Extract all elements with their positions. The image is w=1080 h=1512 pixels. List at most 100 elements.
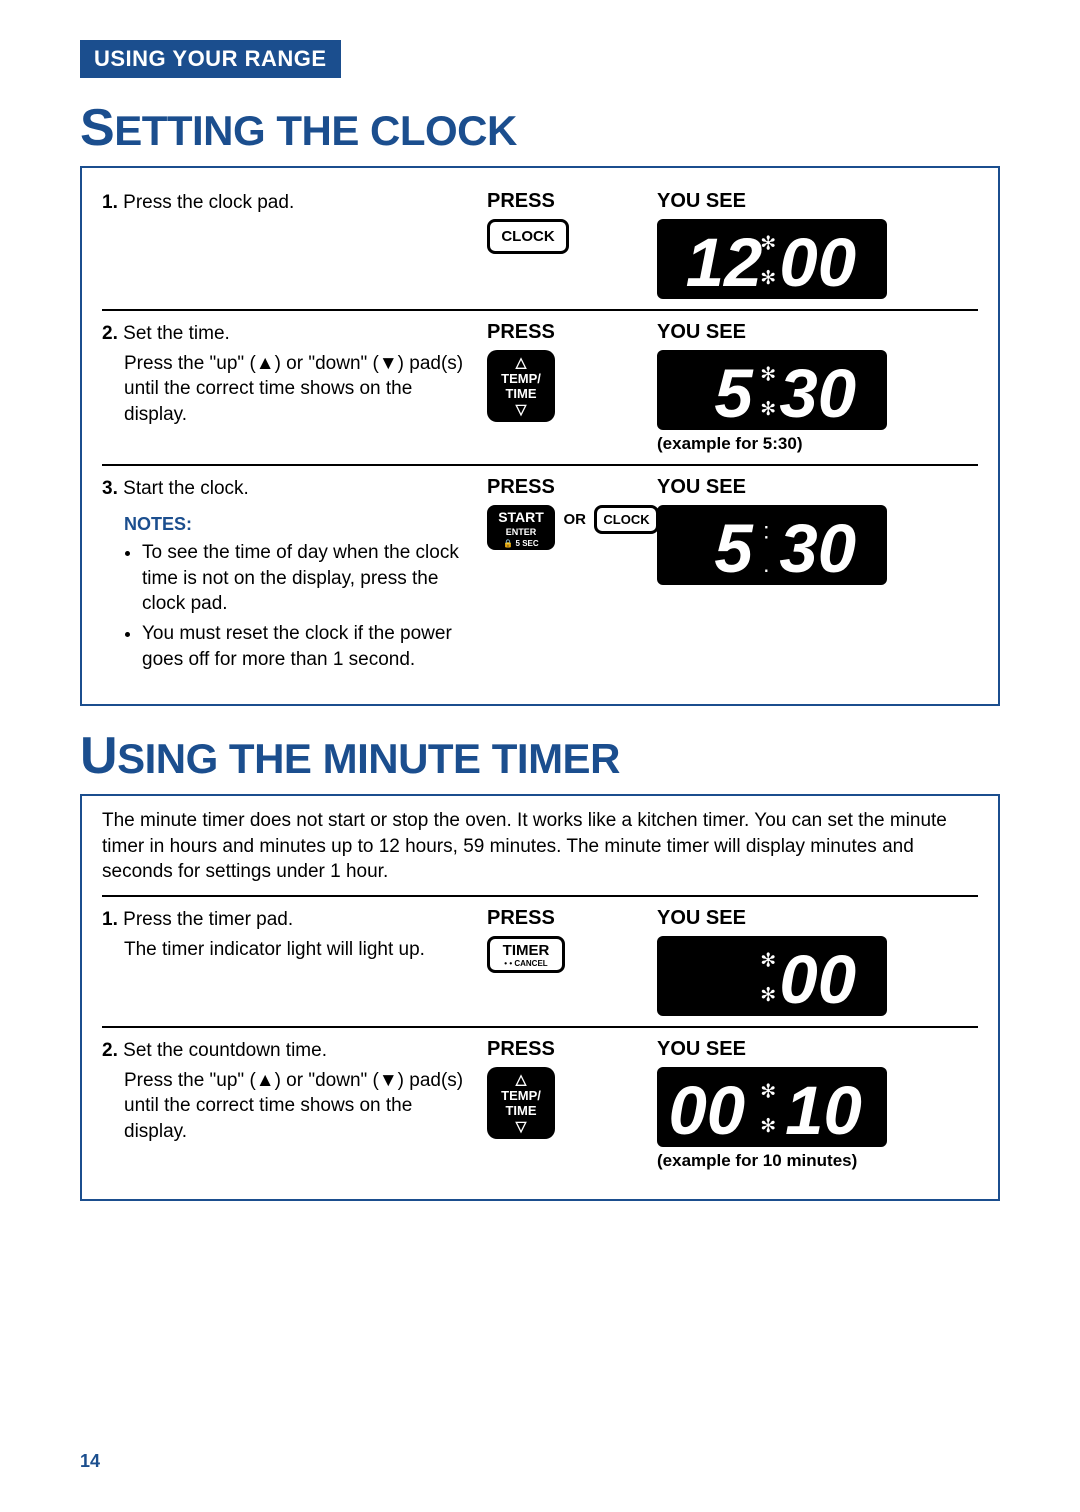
press-header: PRESS <box>487 321 647 344</box>
time-label: TIME <box>505 1103 536 1118</box>
svg-text:✻: ✻ <box>760 364 776 385</box>
svg-text:✻: ✻ <box>760 399 776 420</box>
svg-text:5: 5 <box>714 355 754 430</box>
press-header: PRESS <box>487 1038 647 1061</box>
step-row-2: 2. Set the time. Press the "up" (▲) or "… <box>102 309 978 464</box>
note-item: To see the time of day when the clock ti… <box>142 540 477 617</box>
press-column: PRESS START ENTER 🔒 5 SEC OR CLOCK <box>487 476 647 676</box>
svg-text:00: 00 <box>779 224 856 299</box>
svg-text:12: 12 <box>686 224 763 299</box>
yousee-column: YOU SEE ✻ ✻ 00 <box>657 907 978 1016</box>
yousee-column: YOU SEE 5 ✻ ✻ 30 (example for 5:30) <box>657 321 978 454</box>
timer-step1-text: Press the timer pad. <box>123 909 293 930</box>
step-number: 3. <box>102 478 118 499</box>
svg-text:00: 00 <box>779 941 856 1016</box>
arrow-up-icon <box>489 354 553 371</box>
yousee-column: YOU SEE 5 : . 30 <box>657 476 978 676</box>
lock-label: 🔒 5 SEC <box>489 539 553 548</box>
press-header: PRESS <box>487 907 647 930</box>
yousee-column: YOU SEE 00 ✻ ✻ 10 (example for 10 minute… <box>657 1038 978 1171</box>
timer-label: TIMER <box>503 942 550 959</box>
arrow-down-icon <box>489 1118 553 1135</box>
clock-button: CLOCK <box>487 219 569 254</box>
step2-sub: Press the "up" (▲) or "down" (▼) pad(s) … <box>102 351 477 428</box>
svg-text:✻: ✻ <box>760 1081 776 1102</box>
press-column: PRESS TEMP/ TIME <box>487 321 647 454</box>
press-column: PRESS TIMER • • CANCEL <box>487 907 647 1016</box>
temp-label: TEMP/ <box>501 371 541 386</box>
step2-instruction: 2. Set the time. Press the "up" (▲) or "… <box>102 321 477 454</box>
svg-text:✻: ✻ <box>760 950 776 971</box>
svg-text:00: 00 <box>668 1072 745 1147</box>
notes-list: To see the time of day when the clock ti… <box>102 540 477 672</box>
timer-button: TIMER • • CANCEL <box>487 936 565 973</box>
temp-time-button: TEMP/ TIME <box>487 350 555 422</box>
temp-time-button: TEMP/ TIME <box>487 1067 555 1139</box>
timer-step-row-2: 2. Set the countdown time. Press the "up… <box>102 1026 978 1181</box>
section2-box: The minute timer does not start or stop … <box>80 794 1000 1201</box>
timer-step2-instruction: 2. Set the countdown time. Press the "up… <box>102 1038 477 1171</box>
temp-label: TEMP/ <box>501 1088 541 1103</box>
display-panel-00: ✻ ✻ 00 <box>657 936 887 1016</box>
display-caption-2: (example for 10 minutes) <box>657 1151 978 1171</box>
notes-label: NOTES: <box>102 512 477 536</box>
yousee-header: YOU SEE <box>657 190 978 213</box>
timer-step1-instruction: 1. Press the timer pad. The timer indica… <box>102 907 477 1016</box>
display-panel-530: 5 ✻ ✻ 30 <box>657 350 887 430</box>
arrow-down-icon <box>489 401 553 418</box>
press-header: PRESS <box>487 476 647 499</box>
display-panel-0010: 00 ✻ ✻ 10 <box>657 1067 887 1147</box>
arrow-up-icon <box>489 1071 553 1088</box>
step-number: 2. <box>102 323 118 344</box>
section1-box: 1. Press the clock pad. PRESS CLOCK YOU … <box>80 166 1000 706</box>
enter-label: ENTER <box>489 527 553 537</box>
step-row-1: 1. Press the clock pad. PRESS CLOCK YOU … <box>102 180 978 309</box>
step1-instruction: 1. Press the clock pad. <box>102 190 477 299</box>
svg-text:✻: ✻ <box>760 233 776 254</box>
yousee-header: YOU SEE <box>657 1038 978 1061</box>
step2-text: Set the time. <box>123 323 230 344</box>
or-label: OR <box>563 511 586 528</box>
display-panel-1200: 12 ✻ ✻ 00 <box>657 219 887 299</box>
timer-step2-text: Set the countdown time. <box>123 1040 327 1061</box>
clock-button-inline: CLOCK <box>594 505 658 534</box>
display-panel-530b: 5 : . 30 <box>657 505 887 585</box>
svg-text:✻: ✻ <box>760 268 776 289</box>
timer-step-row-1: 1. Press the timer pad. The timer indica… <box>102 895 978 1026</box>
svg-text:30: 30 <box>779 355 856 430</box>
svg-text:✻: ✻ <box>760 1116 776 1137</box>
yousee-column: YOU SEE 12 ✻ ✻ 00 <box>657 190 978 299</box>
svg-text:5: 5 <box>714 510 754 585</box>
section-title-clock: SETTING THE CLOCK <box>80 98 1000 158</box>
section-title-timer: USING THE MINUTE TIMER <box>80 726 1000 786</box>
timer-step2-sub: Press the "up" (▲) or "down" (▼) pad(s) … <box>102 1068 477 1145</box>
press-column: PRESS TEMP/ TIME <box>487 1038 647 1171</box>
step-number: 1. <box>102 909 118 930</box>
time-label: TIME <box>505 386 536 401</box>
start-label: START <box>498 509 544 525</box>
step1-text: Press the clock pad. <box>123 192 294 213</box>
note-item: You must reset the clock if the power go… <box>142 621 477 672</box>
step3-text: Start the clock. <box>123 478 249 499</box>
display-caption: (example for 5:30) <box>657 434 978 454</box>
step-number: 2. <box>102 1040 118 1061</box>
page: USING YOUR RANGE SETTING THE CLOCK 1. Pr… <box>0 0 1080 1512</box>
section2-intro: The minute timer does not start or stop … <box>102 808 978 885</box>
svg-text:✻: ✻ <box>760 985 776 1006</box>
cancel-label: • • CANCEL <box>492 959 560 968</box>
section-header-bar: USING YOUR RANGE <box>80 40 341 78</box>
step-number: 1. <box>102 192 118 213</box>
timer-step1-sub: The timer indicator light will light up. <box>102 937 477 963</box>
press-header: PRESS <box>487 190 647 213</box>
start-button: START ENTER 🔒 5 SEC <box>487 505 555 550</box>
step-row-3: 3. Start the clock. NOTES: To see the ti… <box>102 464 978 686</box>
svg-text:10: 10 <box>785 1072 862 1147</box>
svg-text:30: 30 <box>779 510 856 585</box>
yousee-header: YOU SEE <box>657 907 978 930</box>
svg-text::: : <box>763 517 769 543</box>
svg-text:.: . <box>763 551 769 577</box>
press-column: PRESS CLOCK <box>487 190 647 299</box>
page-number: 14 <box>80 1451 1000 1472</box>
yousee-header: YOU SEE <box>657 321 978 344</box>
yousee-header: YOU SEE <box>657 476 978 499</box>
